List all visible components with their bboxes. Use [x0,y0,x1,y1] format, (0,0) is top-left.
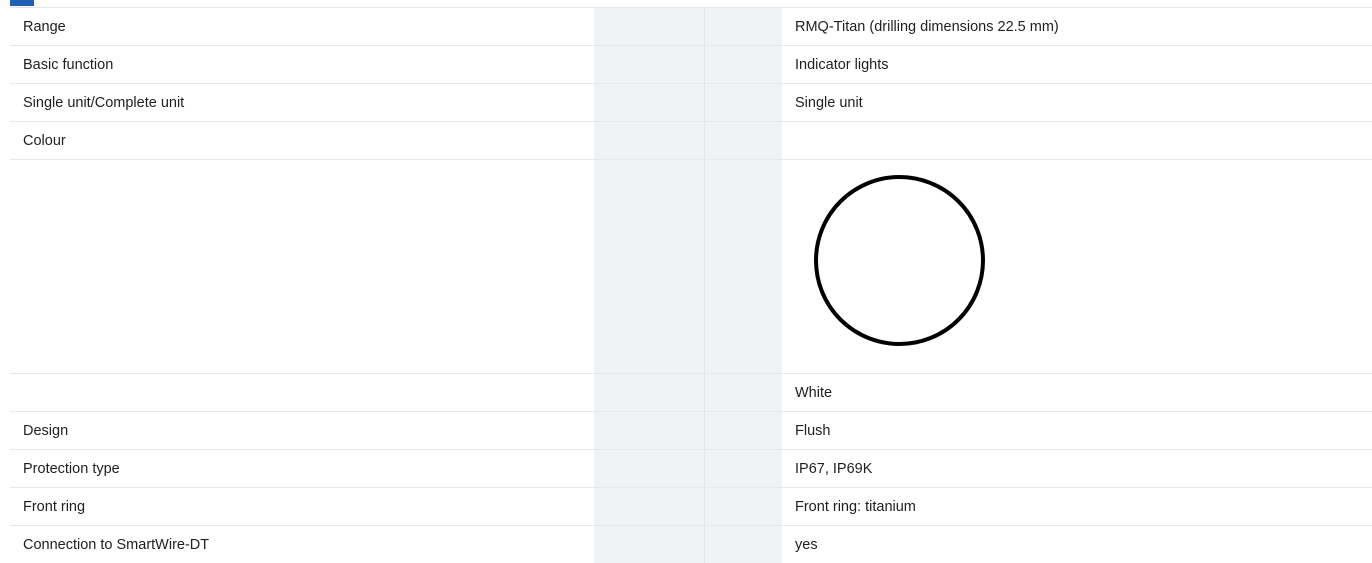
spacer-column [704,159,782,374]
spec-row-protection-type: Protection type IP67, IP69K [10,449,1372,488]
spec-label [10,159,594,374]
spec-row-colour-name: White [10,373,1372,412]
spacer-column [704,525,782,563]
spacer-column [704,7,782,46]
spacer-column [594,449,705,488]
spec-value [782,121,1372,160]
spacer-column [594,159,705,374]
spacer-column [594,373,705,412]
spec-label: Range [10,7,594,46]
spec-value: IP67, IP69K [782,449,1372,488]
spacer-column [594,411,705,450]
spacer-column [704,449,782,488]
spec-label: Colour [10,121,594,160]
spec-label: Protection type [10,449,594,488]
spacer-column [594,45,705,84]
spec-row-single-complete-unit: Single unit/Complete unit Single unit [10,83,1372,122]
white-circle-swatch [814,175,985,346]
section-title-accent [10,0,34,6]
spec-label: Front ring [10,487,594,526]
spec-label [10,373,594,412]
spec-label: Basic function [10,45,594,84]
spacer-column [704,83,782,122]
spec-value: Flush [782,411,1372,450]
spacer-column [594,487,705,526]
spacer-column [594,121,705,160]
spec-value: Indicator lights [782,45,1372,84]
specification-table: Range RMQ-Titan (drilling dimensions 22.… [10,7,1372,563]
spec-row-basic-function: Basic function Indicator lights [10,45,1372,84]
spec-label: Design [10,411,594,450]
spec-row-smartwire-connection: Connection to SmartWire-DT yes [10,525,1372,563]
spacer-column [704,487,782,526]
spec-row-design: Design Flush [10,411,1372,450]
spacer-column [704,411,782,450]
spacer-column [594,7,705,46]
spec-row-range: Range RMQ-Titan (drilling dimensions 22.… [10,7,1372,46]
spec-label: Connection to SmartWire-DT [10,525,594,563]
spacer-column [704,45,782,84]
spec-row-front-ring: Front ring Front ring: titanium [10,487,1372,526]
spec-value: yes [782,525,1372,563]
spacer-column [704,121,782,160]
spec-value: RMQ-Titan (drilling dimensions 22.5 mm) [782,7,1372,46]
colour-swatch-cell [782,159,1372,374]
spec-value: Front ring: titanium [782,487,1372,526]
spec-value: Single unit [782,83,1372,122]
spec-row-colour: Colour [10,121,1372,160]
spec-label: Single unit/Complete unit [10,83,594,122]
spacer-column [704,373,782,412]
spec-value: White [782,373,1372,412]
spacer-column [594,83,705,122]
spacer-column [594,525,705,563]
spec-row-colour-swatch [10,159,1372,374]
